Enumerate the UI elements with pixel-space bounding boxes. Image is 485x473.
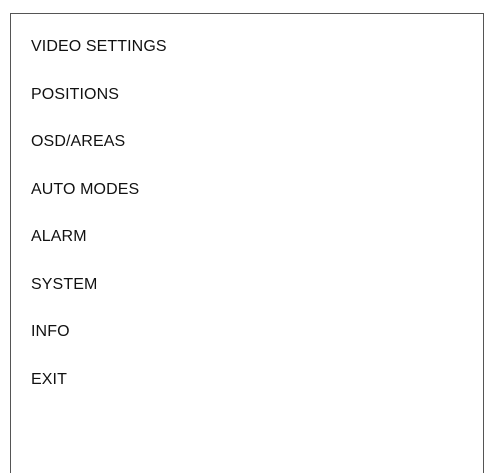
menu-item-info[interactable]: INFO bbox=[31, 322, 167, 370]
main-menu-panel: VIDEO SETTINGS POSITIONS OSD/AREAS AUTO … bbox=[10, 13, 484, 473]
main-menu-list: VIDEO SETTINGS POSITIONS OSD/AREAS AUTO … bbox=[31, 37, 167, 417]
menu-item-system[interactable]: SYSTEM bbox=[31, 275, 167, 323]
menu-item-video-settings[interactable]: VIDEO SETTINGS bbox=[31, 37, 167, 85]
menu-item-osd-areas[interactable]: OSD/AREAS bbox=[31, 132, 167, 180]
menu-item-alarm[interactable]: ALARM bbox=[31, 227, 167, 275]
menu-item-positions[interactable]: POSITIONS bbox=[31, 85, 167, 133]
menu-item-auto-modes[interactable]: AUTO MODES bbox=[31, 180, 167, 228]
menu-item-exit[interactable]: EXIT bbox=[31, 370, 167, 418]
